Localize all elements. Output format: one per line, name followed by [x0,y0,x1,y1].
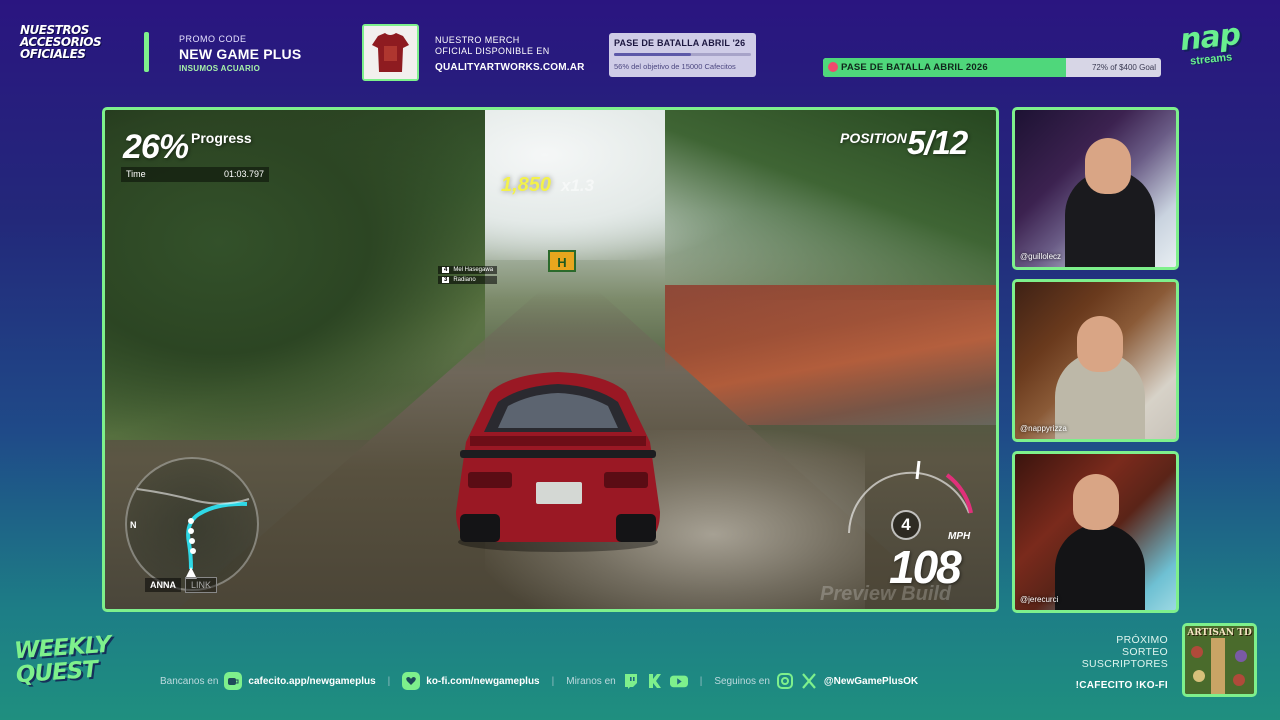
link-label: LINK [185,577,218,593]
webcam-handle: @nappyrizza [1020,424,1067,433]
weekly-quest-logo: WEEKLY QUEST [13,632,140,689]
seguinos-label: Seguinos en [714,675,770,687]
promo-code: NEW GAME PLUS [179,46,302,62]
position-value: 5/12 [907,124,968,161]
bancanos-label: Bancanos en [160,675,219,687]
sorteo-block: PRÓXIMO SORTEO SUSCRIPTORES !CAFECITO !K… [1040,634,1168,692]
webcam-1: @guillolecz [1012,107,1179,270]
time-value: 01:03.797 [223,169,264,179]
streamer-head [1073,474,1119,530]
skill-score: 1,850 [501,174,552,196]
artisan-td-card: ARTISAN TD [1182,623,1257,697]
north-indicator: N [130,520,137,530]
miranos-label: Miranos en [566,675,616,687]
youtube-icon[interactable] [669,672,688,690]
promo-label: PROMO CODE [179,34,247,44]
streamer-head [1077,316,1123,372]
time-label: Time [126,169,146,179]
x-icon[interactable] [800,672,818,690]
weekly-quest-text: WEEKLY QUEST [13,631,112,689]
promo-sponsor: INSUMOS ACUARIO [179,64,261,73]
player-tag: ANNA LINK [145,577,237,593]
progress-label: Progress [191,130,252,146]
racer-tags: 4 Mel Hasegawa 3 Radiano [438,266,498,286]
sorteo-line: SORTEO [1122,646,1168,658]
promo-block: PROMO CODE NEW GAME PLUS INSUMOS ACUARIO [179,34,301,73]
webcam-handle: @jerecurci [1020,595,1059,604]
progress-percent: 26% [123,128,189,166]
racer-tag: 3 Radiano [438,276,498,284]
accessories-title: NUESTROS ACCESORIOS OFICIALES [20,23,102,61]
position-label: POSITION [840,130,907,146]
sorteo-line: SUSCRIPTORES [1081,658,1168,670]
battle-pass-goal-large: PASE DE BATALLA ABRIL 2026 72% of $400 G… [823,58,1161,77]
merch-line-1: NUESTRO MERCH [435,35,520,45]
goal-large-title: PASE DE BATALLA ABRIL 2026 [841,62,988,73]
social-handle[interactable]: @NewGamePlusOK [824,676,918,687]
cafecito-link[interactable]: cafecito.app/newgameplus [248,676,375,687]
cafecito-icon [224,672,243,690]
artisan-title: ARTISAN TD [1187,628,1252,638]
game-capture: H 26% Progress Time 01:03.797 POSITION 5… [102,107,999,612]
webcam-3: @jerecurci [1012,451,1179,613]
footer-links: Bancanos en cafecito.app/newgameplus | k… [160,671,918,691]
preview-watermark: Preview Build [820,583,952,605]
twitch-icon[interactable] [622,672,640,690]
webcam-handle: @guillolecz [1020,252,1062,261]
streamer-body [1055,524,1145,610]
kofi-link[interactable]: ko-fi.com/newgameplus [426,676,539,687]
battle-pass-goal-small: PASE DE BATALLA ABRIL '26 56% del objeti… [609,33,756,77]
goal-small-title: PASE DE BATALLA ABRIL '26 [614,38,746,48]
instagram-icon[interactable] [776,672,794,690]
kofi-icon [402,672,421,690]
kick-icon[interactable] [646,672,664,690]
time-panel: Time 01:03.797 [121,167,269,182]
goal-small-bar [614,53,751,56]
goal-small-subtitle: 56% del objetivo de 15000 Cafecitos [614,62,736,71]
merch-line-2: OFICIAL DISPONIBLE EN [435,46,550,56]
sorteo-commands: !CAFECITO !KO-FI [1075,680,1168,691]
nap-streams-logo: nap streams [1178,17,1260,68]
goal-large-amount: 72% of $400 Goal [1091,63,1156,72]
player-name: ANNA [145,578,181,592]
sorteo-line: PRÓXIMO [1116,634,1168,646]
merch-shirt-image [362,24,419,81]
h-sign: H [548,250,576,272]
racer-tag: 4 Mel Hasegawa [438,266,498,274]
merch-url: QUALITYARTWORKS.COM.AR [435,62,585,73]
gear-indicator: 4 [891,510,921,540]
minimap [125,457,259,591]
merch-block: NUESTRO MERCH OFICIAL DISPONIBLE EN QUAL… [435,35,585,73]
heart-icon [828,62,838,72]
skill-multiplier: x1.3 [561,176,595,195]
promo-divider [144,32,149,72]
streamer-head [1085,138,1131,194]
race-car [450,372,666,554]
goal-small-fill [614,53,691,56]
webcam-2: @nappyrizza [1012,279,1179,442]
